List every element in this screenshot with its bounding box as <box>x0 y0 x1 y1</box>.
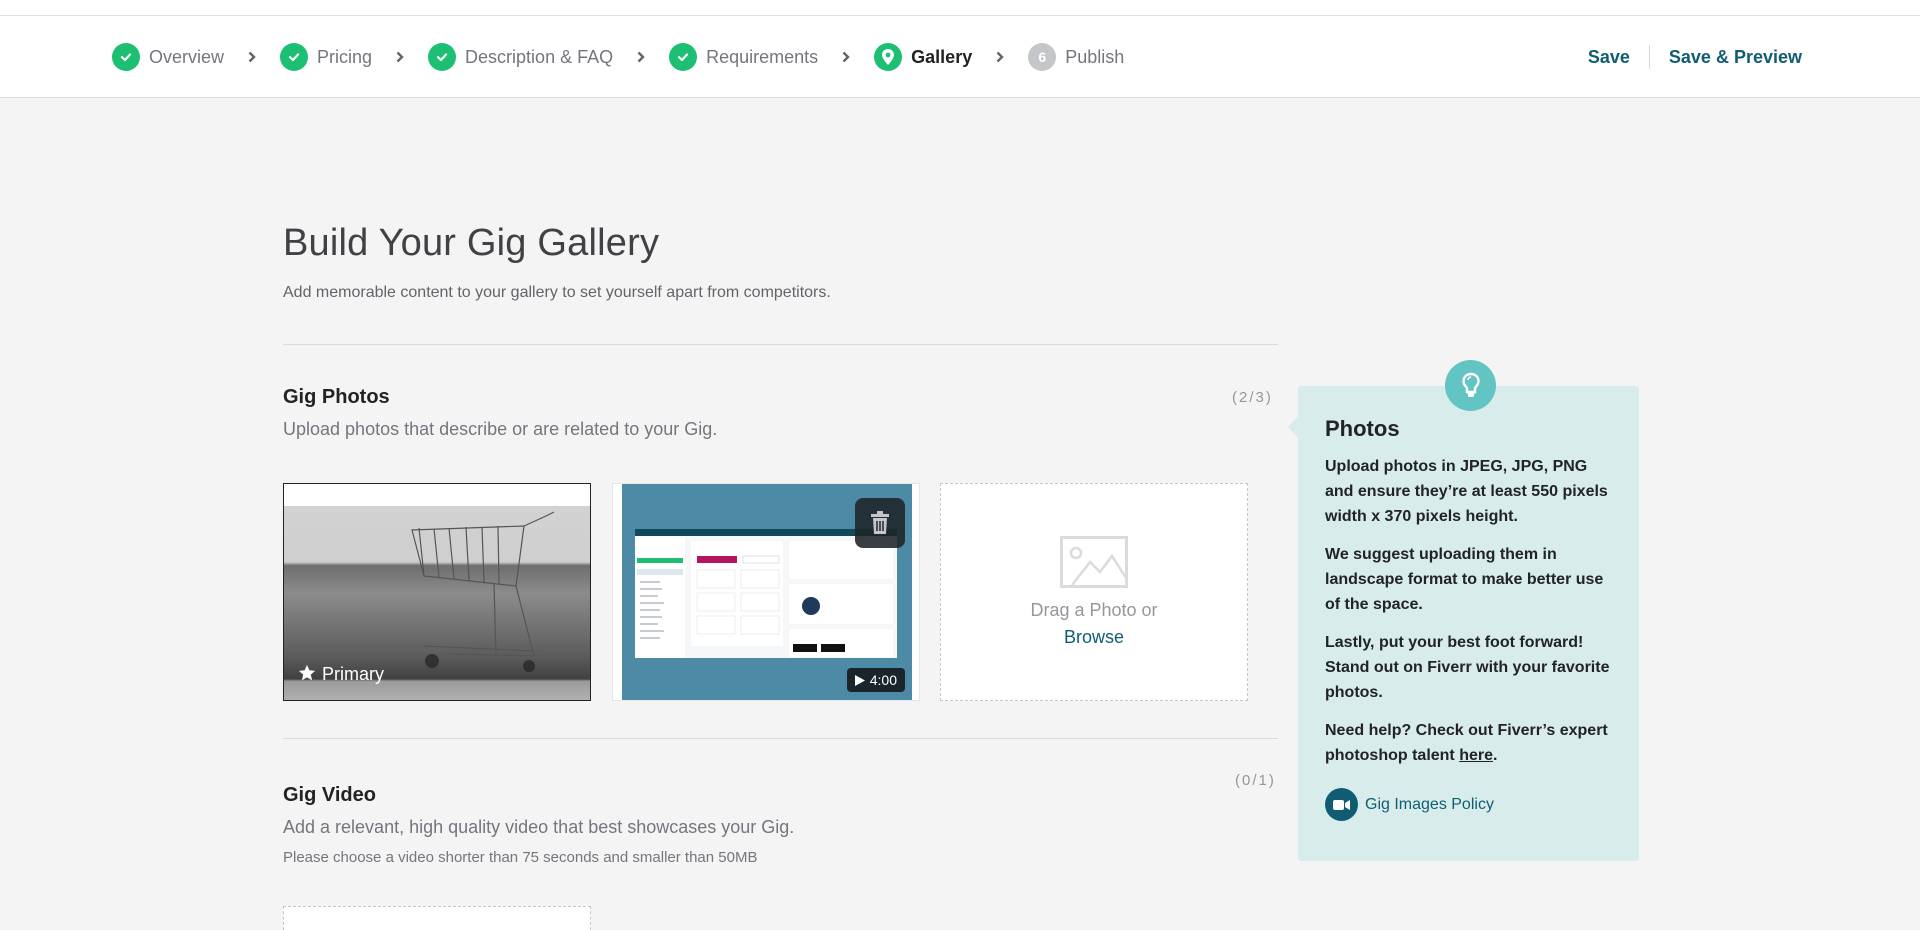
dropzone-text: Drag a Photo or <box>1030 600 1158 620</box>
star-icon <box>298 664 316 681</box>
photo-tile-primary[interactable]: Primary <box>283 483 591 701</box>
check-icon <box>669 43 698 71</box>
step-pricing[interactable]: Pricing <box>280 43 372 71</box>
video-camera-icon <box>1325 788 1358 821</box>
step-requirements[interactable]: Requirements <box>669 43 818 71</box>
step-label: Publish <box>1065 46 1125 67</box>
step-label: Pricing <box>317 46 373 67</box>
tip-help-paragraph: Need help? Check out Fiverr’s expert pho… <box>1325 718 1612 768</box>
chevron-right-icon <box>637 50 647 64</box>
check-icon <box>428 43 457 71</box>
gig-images-policy-link[interactable]: Gig Images Policy <box>1325 788 1612 821</box>
divider <box>283 738 1278 739</box>
video-section-title: Gig Video <box>283 784 376 806</box>
check-icon <box>112 43 140 71</box>
wizard-steps: Overview Pricing Description & FAQ Requi… <box>112 16 1124 98</box>
browse-link[interactable]: Browse <box>1064 627 1124 648</box>
chevron-right-icon <box>996 50 1006 64</box>
photos-section-title: Gig Photos <box>283 386 390 408</box>
video-dropzone[interactable] <box>283 906 591 930</box>
divider <box>1648 45 1650 69</box>
page-subtitle: Add memorable content to your gallery to… <box>283 284 831 301</box>
video-duration: 4:00 <box>869 672 897 688</box>
video-duration-badge: 4:00 <box>846 668 905 692</box>
wizard-header: Overview Pricing Description & FAQ Requi… <box>0 16 1920 98</box>
trash-icon <box>871 511 889 534</box>
step-overview[interactable]: Overview <box>112 43 224 71</box>
photo-dropzone[interactable]: Drag a Photo or Browse <box>940 483 1248 701</box>
page-title: Build Your Gig Gallery <box>283 222 660 264</box>
step-gallery[interactable]: Gallery <box>874 43 972 71</box>
video-tile[interactable]: 4:00 <box>612 483 920 701</box>
divider <box>283 344 1278 345</box>
chevron-right-icon <box>842 50 852 64</box>
primary-badge: Primary <box>284 658 590 700</box>
video-section-note: Please choose a video shorter than 75 se… <box>283 849 758 866</box>
step-label: Overview <box>149 46 225 67</box>
save-preview-button[interactable]: Save & Preview <box>1669 47 1802 68</box>
lightbulb-icon <box>1445 360 1496 411</box>
header-actions: Save Save & Preview <box>1588 16 1802 98</box>
check-icon <box>280 43 309 71</box>
step-label: Requirements <box>706 46 819 67</box>
tips-panel: Photos Upload photos in JPEG, JPG, PNG a… <box>1288 360 1639 861</box>
image-placeholder-icon <box>1060 536 1128 588</box>
photos-section-description: Upload photos that describe or are relat… <box>283 419 718 439</box>
tip-title: Photos <box>1325 416 1400 441</box>
location-pin-icon <box>874 43 903 71</box>
tip-paragraph: We suggest uploading them in landscape f… <box>1325 546 1604 613</box>
cart-photo <box>284 506 590 681</box>
browser-top-strip <box>0 0 1920 16</box>
chevron-right-icon <box>396 50 406 64</box>
photos-counter: (2/3) <box>1232 389 1273 406</box>
chevron-right-icon <box>248 50 258 64</box>
video-section-description: Add a relevant, high quality video that … <box>283 817 795 837</box>
delete-video-button[interactable] <box>855 498 905 548</box>
step-number: 6 <box>1028 43 1057 71</box>
tip-help-end: . <box>1493 747 1498 764</box>
step-label: Gallery <box>911 46 973 67</box>
play-icon <box>854 674 865 686</box>
primary-label: Primary <box>322 664 384 684</box>
photoshop-talent-link[interactable]: here <box>1459 747 1493 764</box>
step-description-faq[interactable]: Description & FAQ <box>428 43 613 71</box>
tip-paragraph: Lastly, put your best foot forward! Stan… <box>1325 634 1610 701</box>
dashboard-preview <box>635 529 897 658</box>
policy-link-label: Gig Images Policy <box>1365 795 1494 813</box>
video-counter: (0/1) <box>1235 772 1276 789</box>
save-button[interactable]: Save <box>1588 47 1630 68</box>
step-label: Description & FAQ <box>465 46 614 67</box>
tip-paragraph: Upload photos in JPEG, JPG, PNG and ensu… <box>1325 458 1608 525</box>
step-publish[interactable]: 6 Publish <box>1028 43 1124 71</box>
